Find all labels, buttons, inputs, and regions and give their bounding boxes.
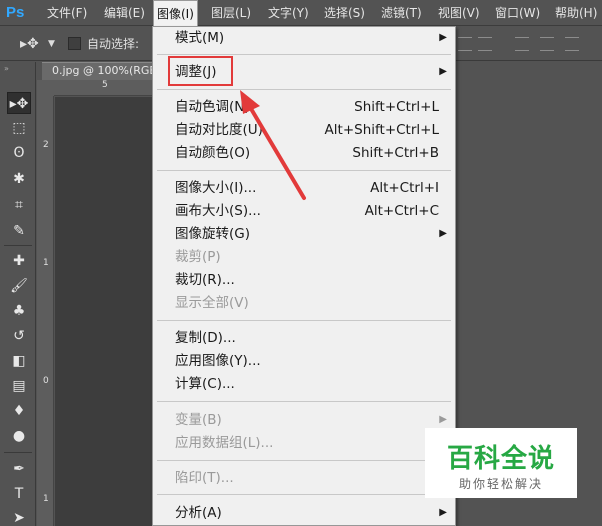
toolbox: » ▸✥ ⬚ ʘ ✱ ⌗ ✎ ✚ 🖌 ♣ ↺ ◧ ▤ ♦ ● ✒ T ➤: [0, 62, 36, 526]
ruler-tick-label: 1: [43, 258, 49, 268]
chevron-down-icon[interactable]: ▼: [48, 35, 55, 53]
menu-item-reveal-all: 显示全部(V): [175, 295, 249, 311]
toolbox-divider: [4, 452, 32, 453]
healing-brush-icon[interactable]: ✚: [7, 250, 31, 272]
auto-select-label: 自动选择:: [87, 37, 140, 51]
move-icon[interactable]: ▸✥: [7, 92, 31, 114]
menu-help[interactable]: 帮助(H): [552, 0, 600, 26]
menu-item-crop: 裁剪(P): [175, 249, 221, 265]
submenu-arrow-icon: ▶: [439, 228, 447, 239]
distribute-vcenter-icon[interactable]: [540, 37, 554, 51]
menu-file[interactable]: 文件(F): [44, 0, 90, 26]
menu-item-image-size[interactable]: 图像大小(I)... Alt+Ctrl+I: [153, 177, 455, 199]
move-tool-preset-icon[interactable]: ▸✥: [20, 35, 44, 53]
ruler-corner: [37, 80, 54, 96]
annotation-highlight-box: [168, 56, 233, 86]
submenu-arrow-icon: ▶: [439, 32, 447, 43]
marquee-icon[interactable]: ⬚: [7, 117, 31, 139]
menu-item-duplicate[interactable]: 复制(D)...: [153, 327, 455, 349]
horizontal-ruler: 5: [54, 80, 152, 96]
menu-separator: [157, 170, 451, 171]
submenu-arrow-icon: ▶: [439, 66, 447, 77]
distribute-bottom-icon[interactable]: [565, 37, 579, 51]
menu-layer[interactable]: 图层(L): [208, 0, 254, 26]
menu-type[interactable]: 文字(Y): [265, 0, 312, 26]
menu-item-auto-color[interactable]: 自动颜色(O) Shift+Ctrl+B: [153, 142, 455, 164]
crop-icon[interactable]: ⌗: [7, 194, 31, 216]
menu-select[interactable]: 选择(S): [321, 0, 368, 26]
menu-item-mode[interactable]: 模式(M) ▶: [153, 27, 455, 49]
ruler-tick-label: 2: [43, 140, 49, 150]
menu-separator: [157, 401, 451, 402]
document-tab-label: 0.jpg @ 100%(RGB: [52, 64, 157, 77]
menu-item-auto-contrast[interactable]: 自动对比度(U) Alt+Shift+Ctrl+L: [153, 119, 455, 141]
menu-item-apply-data-set: 应用数据组(L)...: [175, 435, 274, 451]
toolbox-divider: [4, 245, 32, 246]
ruler-tick-label: 0: [43, 376, 49, 386]
menu-window[interactable]: 窗口(W): [492, 0, 543, 26]
lasso-icon[interactable]: ʘ: [7, 142, 31, 164]
menu-separator: [157, 320, 451, 321]
clone-stamp-icon[interactable]: ♣: [7, 300, 31, 322]
menu-item-variables: 变量(B) ▶: [153, 409, 455, 431]
menu-view[interactable]: 视图(V): [435, 0, 483, 26]
history-brush-icon[interactable]: ↺: [7, 325, 31, 347]
menu-separator: [157, 494, 451, 495]
watermark-subtitle: 助你轻松解决: [458, 477, 543, 491]
menu-item-trim[interactable]: 裁切(R)...: [153, 269, 455, 291]
gradient-icon[interactable]: ▤: [7, 375, 31, 397]
align-right-icon[interactable]: [478, 37, 492, 51]
toolbox-grip-icon[interactable]: »: [4, 64, 9, 73]
type-icon[interactable]: T: [7, 483, 31, 505]
ruler-tick-label: 1: [43, 494, 49, 504]
dodge-icon[interactable]: ●: [7, 425, 31, 447]
menu-filter[interactable]: 滤镜(T): [378, 0, 425, 26]
watermark: 百科全说 助你轻松解决: [425, 428, 577, 498]
vertical-ruler: 2 1 0 1: [37, 96, 54, 526]
canvas-area[interactable]: [55, 97, 152, 526]
eraser-icon[interactable]: ◧: [7, 350, 31, 372]
path-selection-icon[interactable]: ➤: [7, 507, 31, 526]
photoshop-logo: Ps: [6, 4, 25, 21]
align-bottom-icon[interactable]: [458, 37, 472, 51]
menu-item-apply-image[interactable]: 应用图像(Y)...: [153, 350, 455, 372]
pen-icon[interactable]: ✒: [7, 458, 31, 480]
menu-bar: Ps 文件(F) 编辑(E) 图像(I) 图层(L) 文字(Y) 选择(S) 滤…: [0, 0, 602, 26]
brush-icon[interactable]: 🖌: [7, 275, 31, 297]
menu-separator: [157, 89, 451, 90]
eyedropper-icon[interactable]: ✎: [7, 220, 31, 242]
menu-item-calculations[interactable]: 计算(C)...: [153, 373, 455, 395]
menu-item-canvas-size[interactable]: 画布大小(S)... Alt+Ctrl+C: [153, 200, 455, 222]
blur-icon[interactable]: ♦: [7, 400, 31, 422]
menu-edit[interactable]: 编辑(E): [101, 0, 148, 26]
menu-item-auto-tone[interactable]: 自动色调(N) Shift+Ctrl+L: [153, 96, 455, 118]
image-menu-dropdown: 模式(M) ▶ 调整(J) ▶ 自动色调(N) Shift+Ctrl+L 自动对…: [152, 26, 456, 526]
submenu-arrow-icon: ▶: [439, 507, 447, 518]
menu-item-image-rotation[interactable]: 图像旋转(G) ▶: [153, 223, 455, 245]
document-tab[interactable]: 0.jpg @ 100%(RGB: [42, 62, 157, 80]
menu-item-analysis[interactable]: 分析(A) ▶: [153, 502, 455, 524]
menu-image[interactable]: 图像(I): [153, 0, 198, 26]
menu-item-trap: 陷印(T)...: [175, 470, 234, 486]
magic-wand-icon[interactable]: ✱: [7, 168, 31, 190]
auto-select-checkbox[interactable]: [68, 37, 81, 50]
watermark-title: 百科全说: [446, 444, 555, 474]
distribute-top-icon[interactable]: [515, 37, 529, 51]
menu-separator: [157, 54, 451, 55]
ruler-tick-label: 5: [102, 80, 108, 90]
menu-separator: [157, 460, 451, 461]
